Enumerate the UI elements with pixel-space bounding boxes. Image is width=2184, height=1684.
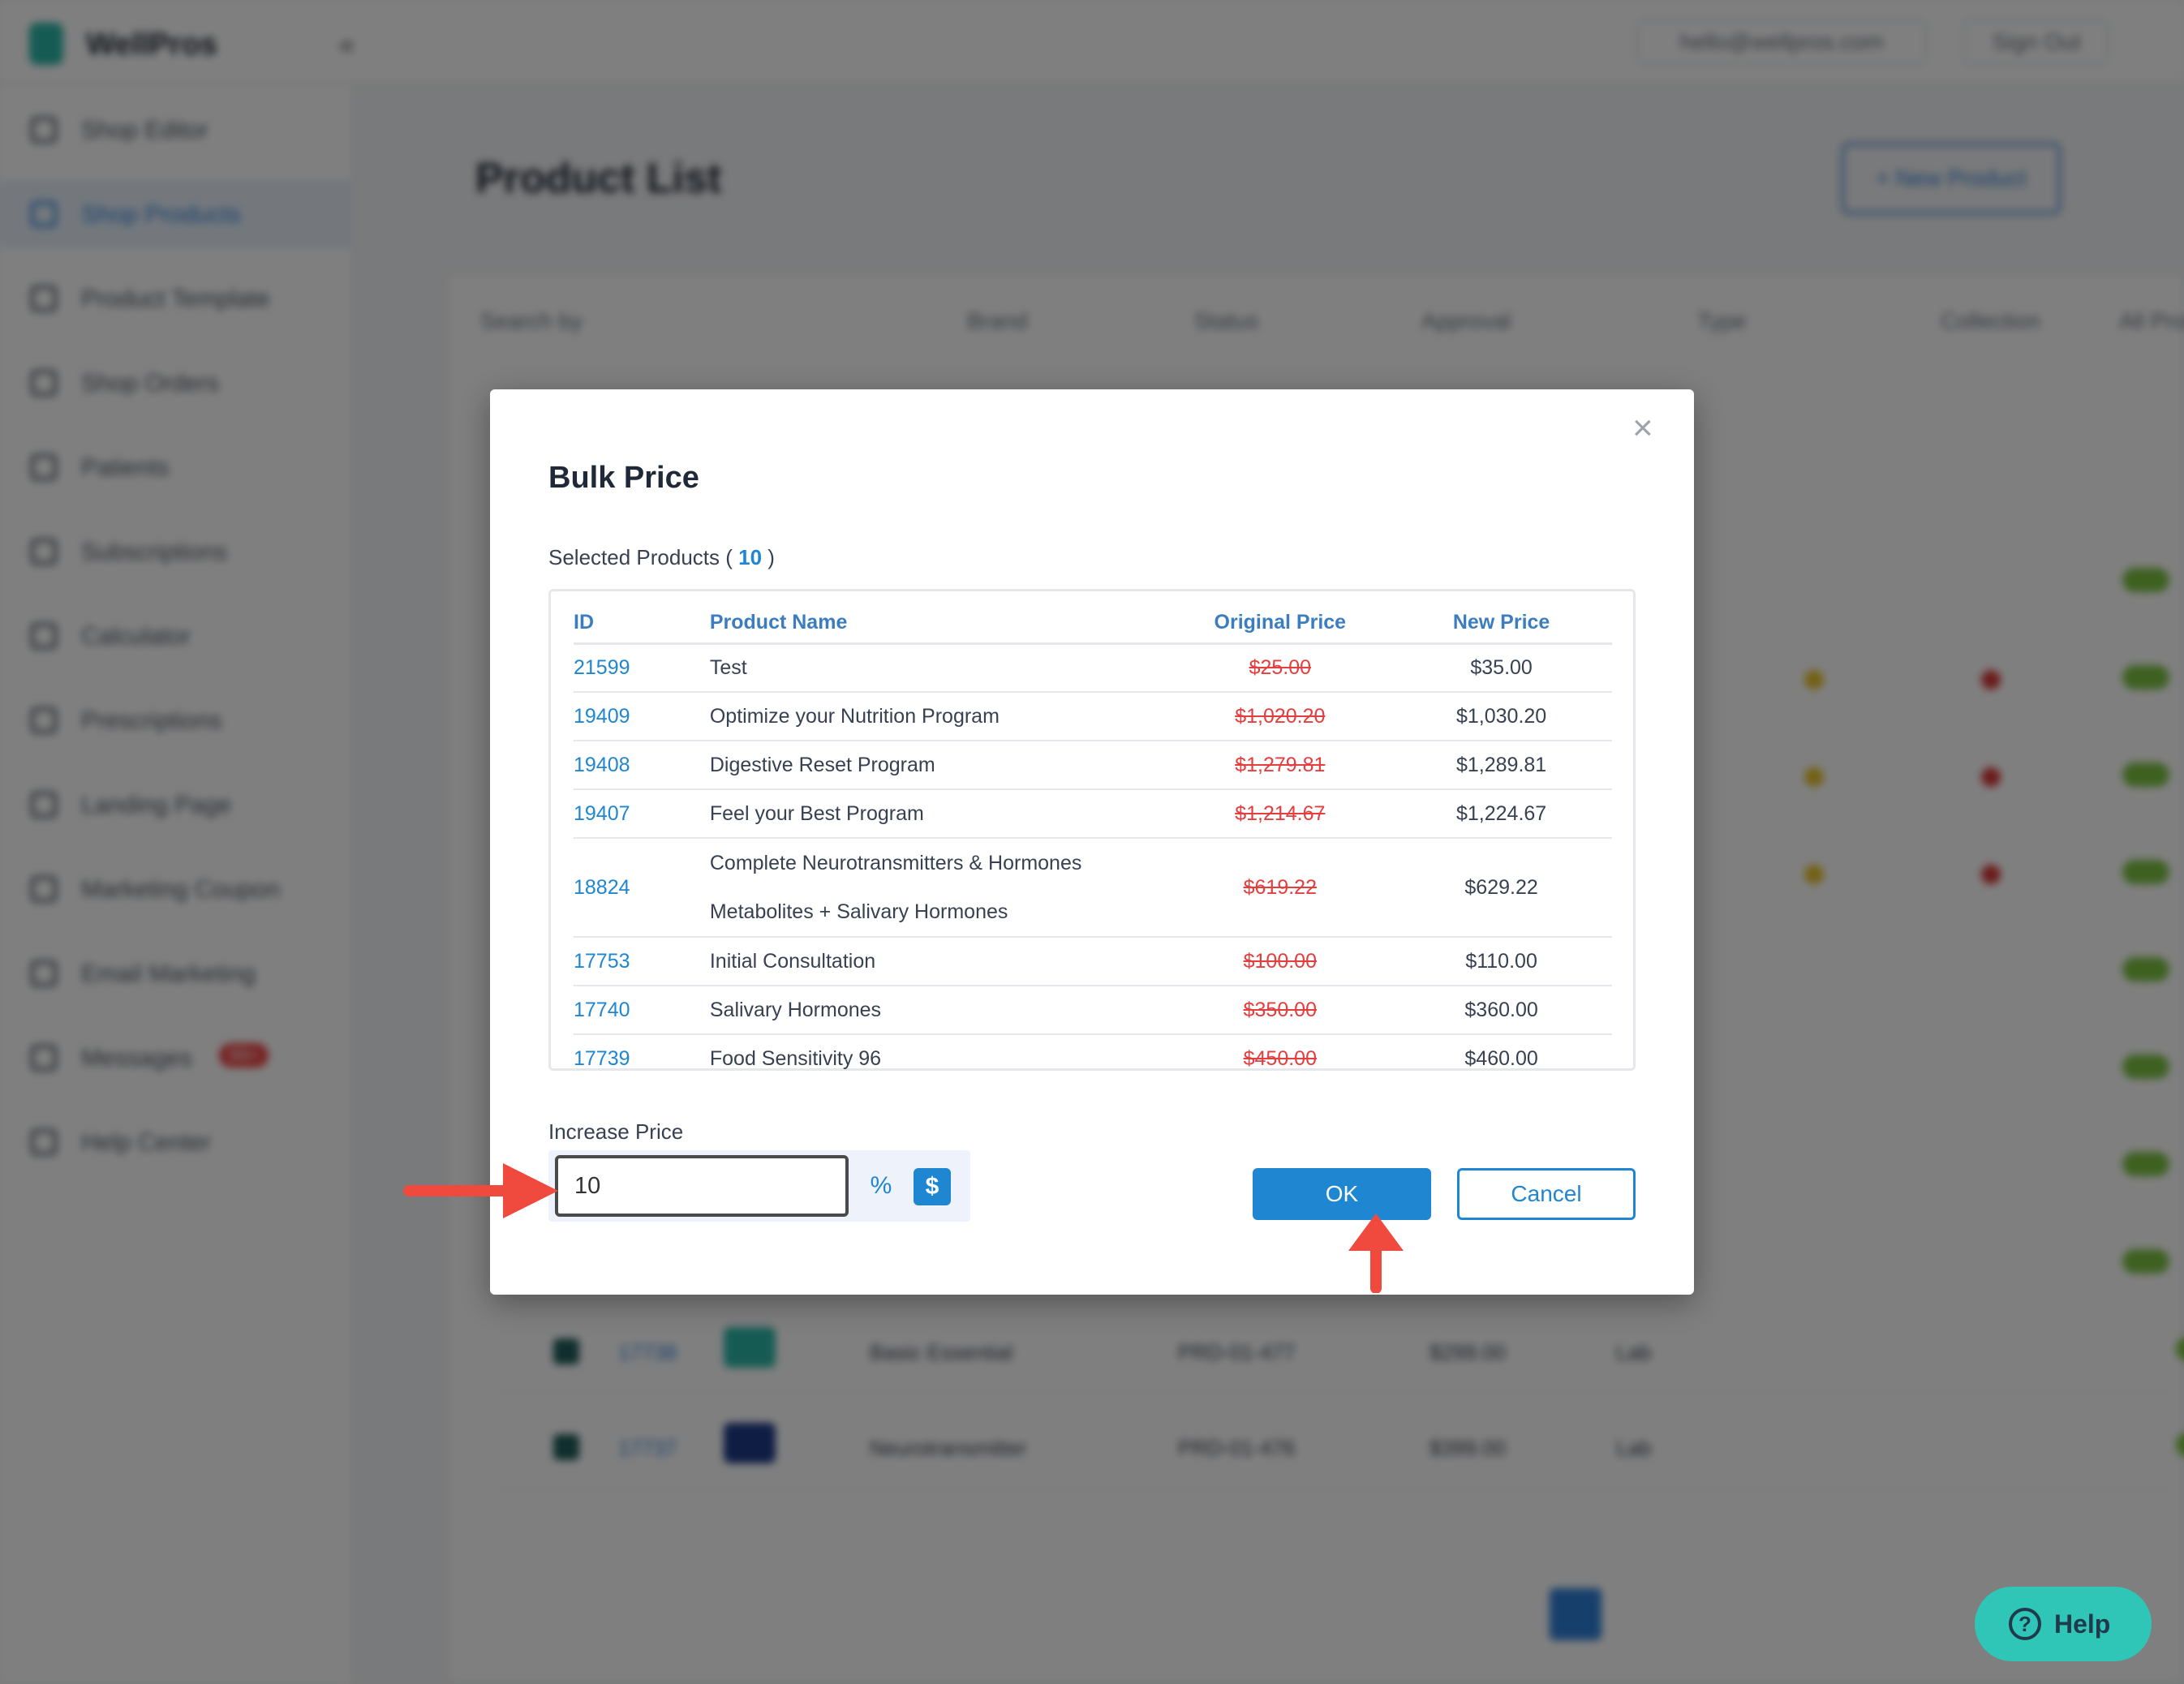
product-id-link[interactable]: 19409 — [574, 692, 710, 741]
column-header-id: ID — [574, 603, 710, 645]
original-price: $1,214.67 — [1169, 789, 1391, 839]
dollar-unit-toggle[interactable]: $ — [914, 1168, 951, 1205]
new-price: $110.00 — [1391, 937, 1612, 986]
original-price: $619.22 — [1169, 838, 1391, 938]
table-row: 21599 Test $25.00 $35.00 — [574, 643, 1612, 693]
increase-price-label: Increase Price — [548, 1119, 684, 1144]
product-id-link[interactable]: 18824 — [574, 838, 710, 938]
modal-title: Bulk Price — [548, 461, 699, 495]
product-name: Initial Consultation — [709, 937, 1170, 986]
product-name: Digestive Reset Program — [709, 741, 1170, 790]
new-price: $1,289.81 — [1391, 741, 1612, 790]
column-header-product-name: Product Name — [709, 603, 1170, 645]
help-icon: ? — [2009, 1608, 2041, 1640]
increase-price-input[interactable] — [555, 1155, 849, 1217]
bulk-price-modal: × Bulk Price Selected Products ( 10 ) ID… — [490, 389, 1694, 1295]
product-name: Feel your Best Program — [709, 789, 1170, 839]
table-row: 19407 Feel your Best Program $1,214.67 $… — [574, 789, 1612, 839]
selected-products-count: 10 — [738, 545, 763, 569]
new-price: $1,224.67 — [1391, 789, 1612, 839]
cancel-button[interactable]: Cancel — [1457, 1168, 1636, 1220]
percent-unit-toggle[interactable]: % — [857, 1155, 905, 1217]
help-button[interactable]: ? Help — [1975, 1587, 2152, 1661]
original-price: $1,279.81 — [1169, 741, 1391, 790]
table-header-row: ID Product Name Original Price New Price — [574, 603, 1612, 645]
help-label: Help — [2054, 1609, 2111, 1639]
selected-products-table-box: ID Product Name Original Price New Price… — [548, 589, 1636, 1071]
product-name: Food Sensitivity 96 — [709, 1047, 882, 1070]
table-row: 17753 Initial Consultation $100.00 $110.… — [574, 937, 1612, 986]
annotation-arrow-up-icon — [1348, 1214, 1404, 1293]
selected-products-table: ID Product Name Original Price New Price… — [574, 603, 1612, 1083]
product-id-link[interactable]: 19408 — [574, 741, 710, 790]
annotation-arrow-right-icon — [403, 1163, 558, 1218]
close-icon[interactable]: × — [1632, 410, 1653, 446]
product-name: Optimize your Nutrition Program — [709, 692, 1170, 741]
original-price: $100.00 — [1169, 937, 1391, 986]
product-id-link[interactable]: 17740 — [574, 986, 710, 1035]
table-row: 17739 Food Sensitivity 96 $450.00 $460.0… — [574, 1034, 1612, 1083]
column-header-new-price: New Price — [1391, 603, 1612, 645]
new-price: $35.00 — [1391, 643, 1612, 693]
selected-products-label: Selected Products ( 10 ) — [548, 545, 775, 570]
table-row: 17740 Salivary Hormones $350.00 $360.00 — [574, 986, 1612, 1035]
product-name: Complete Neurotransmitters & Hormones Me… — [709, 838, 1170, 938]
new-price: $360.00 — [1391, 986, 1612, 1035]
table-row: 19409 Optimize your Nutrition Program $1… — [574, 692, 1612, 741]
product-id-link[interactable]: 17739 — [574, 1034, 710, 1083]
table-row: 19408 Digestive Reset Program $1,279.81 … — [574, 741, 1612, 790]
original-price: $350.00 — [1169, 986, 1391, 1035]
product-id-link[interactable]: 17753 — [574, 937, 710, 986]
product-name: Test — [709, 643, 1170, 693]
original-price: $450.00 — [1243, 1047, 1317, 1070]
original-price: $1,020.20 — [1169, 692, 1391, 741]
product-id-link[interactable]: 19407 — [574, 789, 710, 839]
column-header-original-price: Original Price — [1169, 603, 1391, 645]
increase-price-group: % $ — [548, 1150, 970, 1222]
product-name: Salivary Hormones — [709, 986, 1170, 1035]
selected-products-text: Selected Products ( — [548, 545, 733, 569]
new-price: $460.00 — [1464, 1047, 1538, 1070]
new-price: $1,030.20 — [1391, 692, 1612, 741]
selected-products-close-paren: ) — [767, 545, 775, 569]
table-row: 18824 Complete Neurotransmitters & Hormo… — [574, 838, 1612, 938]
original-price: $25.00 — [1169, 643, 1391, 693]
new-price: $629.22 — [1391, 838, 1612, 938]
product-id-link[interactable]: 21599 — [574, 643, 710, 693]
